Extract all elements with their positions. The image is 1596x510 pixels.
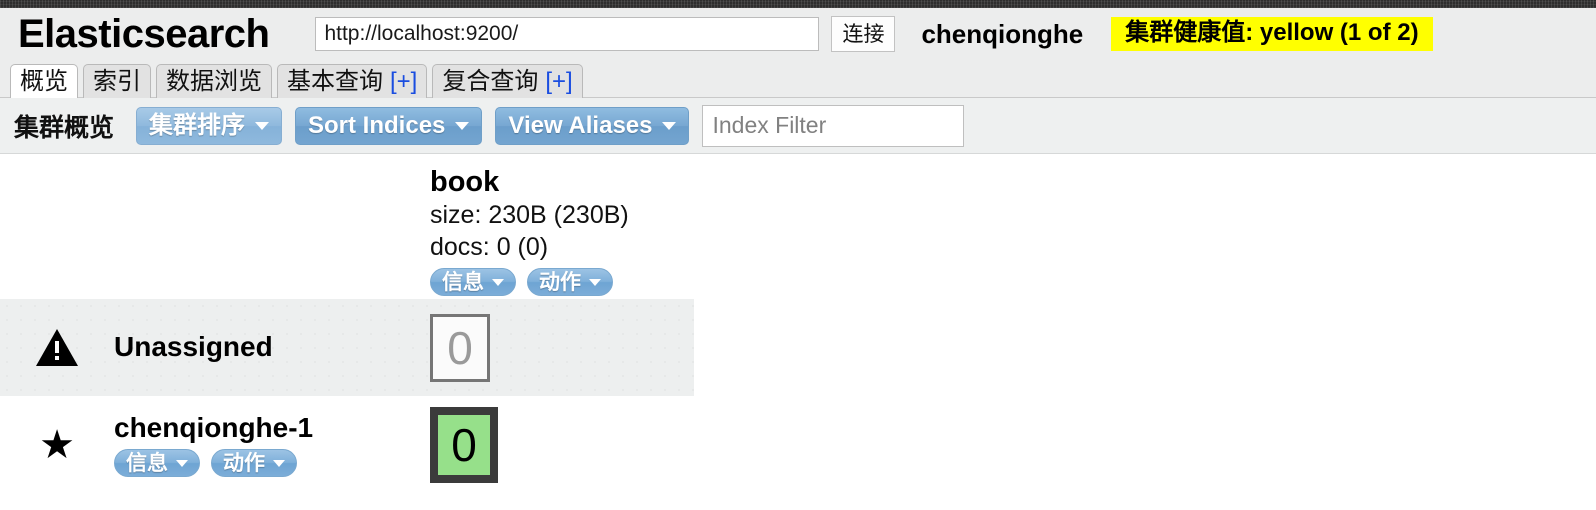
chevron-down-icon [255,121,270,130]
node-label-cell: Unassigned [114,331,430,363]
star-icon: ★ [0,425,114,465]
tab-basic-query[interactable]: 基本查询 [+] [277,64,428,98]
node-info-button[interactable]: 信息 [114,449,200,478]
chevron-down-icon [662,121,677,130]
index-filter-input[interactable] [702,104,965,147]
cluster-health-badge: 集群健康值: yellow (1 of 2) [1111,16,1433,52]
chevron-down-icon [589,278,601,286]
star-glyph: ★ [39,422,75,467]
tab-indices[interactable]: 索引 [83,64,151,98]
cluster-name-label: chenqionghe [921,18,1084,49]
tab-data-browser[interactable]: 数据浏览 [156,64,272,98]
shard-box-primary[interactable]: 0 [430,406,498,483]
index-size: size: 230B (230B) [430,201,629,230]
app-header: Elasticsearch 连接 chenqionghe 集群健康值: yell… [0,8,1596,60]
warning-icon [0,328,114,368]
sort-cluster-button[interactable]: 集群排序 [136,106,283,145]
node-action-button[interactable]: 动作 [211,449,297,478]
overview-title: 集群概览 [14,113,115,142]
tab-label: 复合查询 [442,67,539,95]
tab-bar: 概览 索引 数据浏览 基本查询 [+] 复合查询 [+] [0,60,1596,98]
index-docs: docs: 0 (0) [430,233,549,262]
index-name: book [430,166,500,198]
cluster-overview-grid: book size: 230B (230B) docs: 0 (0) 信息 动作 [0,154,1596,493]
node-info-label: 信息 [126,451,168,475]
tab-label: 数据浏览 [166,67,262,95]
connect-button[interactable]: 连接 [831,16,896,52]
chevron-down-icon [492,278,504,286]
shard-cell: 0 [430,313,694,382]
view-aliases-label: View Aliases [508,111,653,139]
sort-indices-button[interactable]: Sort Indices [295,106,483,145]
index-cell-book: book size: 230B (230B) docs: 0 (0) 信息 动作 [0,154,694,297]
sort-cluster-label: 集群排序 [149,111,246,139]
chevron-down-icon [455,121,470,130]
table-row: ★ chenqionghe-1 信息 动作 0 [0,396,1596,493]
table-row: Unassigned 0 [0,299,1596,396]
tab-label: 索引 [93,67,141,95]
tab-label: 基本查询 [287,67,383,95]
cluster-url-input[interactable] [315,17,820,51]
node-name: Unassigned [114,331,273,363]
view-aliases-button[interactable]: View Aliases [495,106,690,145]
index-info-button[interactable]: 信息 [430,268,516,297]
index-action-label: 动作 [539,270,581,294]
app-brand-title: Elasticsearch [18,12,270,56]
overview-toolbar: 集群概览 集群排序 Sort Indices View Aliases [0,98,1596,154]
node-action-buttons: 信息 动作 [114,449,308,478]
tab-plus-icon: [+] [545,67,573,95]
index-action-buttons: 信息 动作 [430,268,694,297]
shard-box-unassigned[interactable]: 0 [430,313,490,382]
tab-plus-icon: [+] [390,67,418,95]
sort-indices-label: Sort Indices [308,111,446,139]
node-label-cell: chenqionghe-1 信息 动作 [114,411,430,478]
index-action-button[interactable]: 动作 [527,268,613,297]
tab-overview[interactable]: 概览 [10,64,78,98]
tab-label: 概览 [20,67,68,95]
node-action-label: 动作 [223,451,265,475]
tab-composite-query[interactable]: 复合查询 [+] [432,64,583,98]
node-name: chenqionghe-1 [114,411,314,443]
chevron-down-icon [176,459,188,467]
window-top-stripe [0,0,1596,8]
index-info-label: 信息 [442,270,484,294]
chevron-down-icon [273,459,285,467]
shard-cell: 0 [430,406,694,483]
index-header-row: book size: 230B (230B) docs: 0 (0) 信息 动作 [0,154,1596,299]
